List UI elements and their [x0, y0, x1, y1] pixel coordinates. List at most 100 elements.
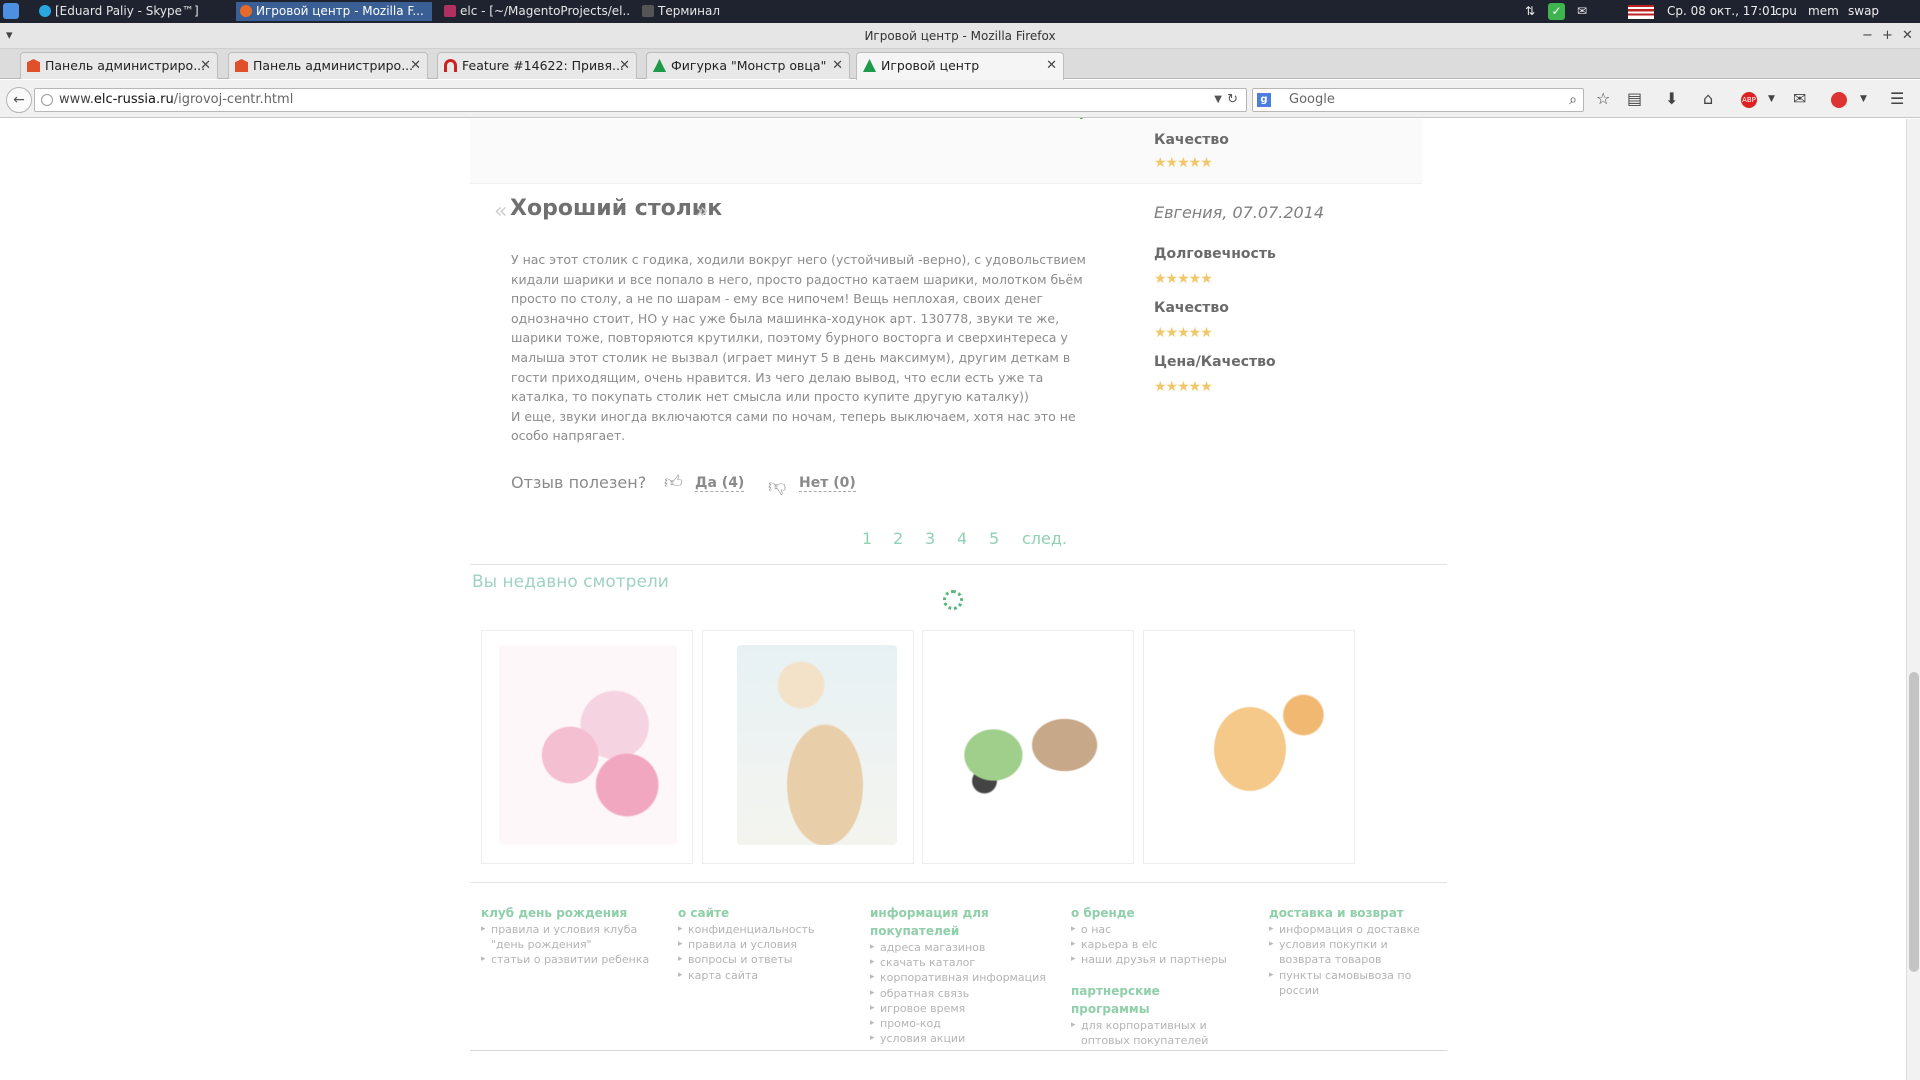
network-icon[interactable]: ⇅ — [1525, 0, 1535, 23]
taskbar-item-terminal[interactable]: Терминал — [638, 2, 758, 21]
product-image-excavator-truck[interactable] — [1161, 645, 1339, 845]
product-image-tractor-with-trailer[interactable] — [940, 645, 1118, 845]
scrollbar-thumb[interactable] — [1909, 672, 1919, 972]
close-tab-icon[interactable]: ✕ — [200, 53, 211, 78]
back-button[interactable]: ← — [6, 87, 32, 113]
search-placeholder: Google — [1289, 92, 1335, 107]
page-content: Качество ★★★★★ « Хороший столик » Евгени… — [0, 119, 1906, 1080]
close-window-icon[interactable]: ✕ — [1902, 23, 1913, 49]
footer-link[interactable]: статьи о развитии ребенка — [481, 952, 651, 967]
close-tab-icon[interactable]: ✕ — [1046, 53, 1057, 78]
pager-page-1[interactable]: 1 — [862, 529, 872, 548]
footer-link[interactable]: информация о доставке — [1269, 922, 1439, 937]
reload-icon[interactable]: ↻ — [1227, 89, 1238, 111]
footer-heading[interactable]: о бренде — [1071, 904, 1241, 922]
mail-icon[interactable]: ✉ — [1577, 0, 1587, 23]
product-image-child-with-playhouse[interactable] — [737, 645, 897, 845]
tab-admin-1[interactable]: Панель администриро... ✕ — [20, 52, 218, 79]
tab-feature[interactable]: Feature #14622: Привя... ✕ — [437, 52, 637, 79]
pager-page-3[interactable]: 3 — [925, 529, 935, 548]
footer-link[interactable]: конфиденциальность — [678, 922, 838, 937]
page-scrollbar[interactable] — [1906, 119, 1920, 1080]
product-image-bathroom-furniture[interactable] — [499, 645, 677, 845]
footer-link[interactable]: условия акции — [870, 1031, 1050, 1046]
footer-link[interactable]: промо-код — [870, 1016, 1050, 1031]
menu-icon[interactable]: ☰ — [1890, 89, 1904, 109]
close-tab-icon[interactable]: ✕ — [410, 53, 421, 78]
recent-product-card[interactable] — [922, 630, 1134, 864]
recent-product-card[interactable] — [481, 630, 693, 864]
clock[interactable]: Ср. 08 окт., 17:01 — [1667, 0, 1777, 23]
address-bar[interactable]: www.elc-russia.ru/igrovoj-centr.html ▼ ↻ — [34, 88, 1247, 112]
footer-heading[interactable]: клуб день рождения — [481, 904, 651, 922]
terminal-icon — [642, 5, 654, 17]
downloads-icon[interactable]: ⬇ — [1665, 89, 1678, 109]
globe-icon — [41, 94, 53, 106]
bookmark-star-icon[interactable]: ☆ — [1596, 89, 1610, 109]
pager-page-5[interactable]: 5 — [989, 529, 999, 548]
footer-heading[interactable]: информация для покупателей — [870, 904, 1050, 940]
footer-link[interactable]: корпоративная информация — [870, 970, 1050, 985]
addon-icon[interactable] — [1831, 92, 1847, 108]
footer-heading[interactable]: о сайте — [678, 904, 838, 922]
rating-stars-price-quality: ★★★★★ — [1154, 379, 1213, 395]
minimize-icon[interactable]: − — [1862, 23, 1873, 49]
divider — [470, 564, 1447, 565]
footer-link[interactable]: обратная связь — [870, 986, 1050, 1001]
footer-link[interactable]: карта сайта — [678, 968, 838, 983]
vote-yes-button[interactable]: Да (4) — [695, 475, 745, 492]
adblock-icon[interactable]: ABP — [1741, 92, 1757, 108]
taskbar-item-firefox[interactable]: Игровой центр - Mozilla F... — [236, 2, 432, 21]
url-history-dropdown-icon[interactable]: ▼ — [1214, 89, 1222, 111]
redmine-icon — [444, 59, 457, 72]
footer-link[interactable]: для корпоративных и оптовых покупателей — [1071, 1018, 1241, 1048]
close-tab-icon[interactable]: ✕ — [619, 53, 630, 78]
thumbs-down-icon[interactable]: 👎︎ — [768, 475, 786, 497]
footer-link[interactable]: о нас — [1071, 922, 1241, 937]
footer-heading[interactable]: доставка и возврат — [1269, 904, 1439, 922]
footer-link[interactable]: адреса магазинов — [870, 940, 1050, 955]
ide-icon — [444, 5, 456, 17]
update-check-icon[interactable]: ✓ — [1548, 3, 1565, 20]
pager-page-2[interactable]: 2 — [893, 529, 903, 548]
adblock-dropdown-icon[interactable]: ▼ — [1768, 89, 1775, 109]
footer-link[interactable]: пункты самовывоза по россии — [1269, 968, 1439, 998]
footer-link[interactable]: правила и условия — [678, 937, 838, 952]
vote-no-button[interactable]: Нет (0) — [799, 475, 856, 492]
footer-link[interactable]: вопросы и ответы — [678, 952, 838, 967]
tab-admin-2[interactable]: Панель администриро... ✕ — [228, 52, 428, 79]
recent-product-card[interactable] — [1143, 630, 1355, 864]
search-bar[interactable]: g Google ⌕ — [1252, 88, 1584, 112]
footer-link[interactable]: условия покупки и возврата товаров — [1269, 937, 1439, 967]
pager-page-4[interactable]: 4 — [957, 529, 967, 548]
close-tab-icon[interactable]: ✕ — [832, 53, 843, 78]
pager-next[interactable]: след. — [1022, 529, 1067, 548]
bookmarks-list-icon[interactable]: ▤ — [1627, 89, 1642, 109]
taskbar-item-phpstorm[interactable]: elc - [~/MagentoProjects/el... — [440, 2, 630, 21]
start-menu-icon[interactable] — [3, 3, 19, 19]
footer-link[interactable]: наши друзья и партнеры — [1071, 952, 1241, 967]
tab-figure[interactable]: Фигурка "Монстр овца" ✕ — [646, 52, 850, 79]
footer-link[interactable]: игровое время — [870, 1001, 1050, 1016]
maximize-icon[interactable]: + — [1882, 23, 1893, 49]
home-icon[interactable]: ⌂ — [1703, 89, 1713, 109]
tab-game-center[interactable]: Игровой центр ✕ — [856, 52, 1064, 80]
recent-product-card[interactable] — [702, 630, 914, 864]
footer-link[interactable]: скачать каталог — [870, 955, 1050, 970]
divider — [470, 882, 1447, 883]
taskbar-item-skype[interactable]: [Eduard Paliy - Skype™] — [35, 2, 225, 21]
gmail-icon[interactable]: ✉ — [1793, 89, 1806, 109]
footer-heading[interactable]: партнерские программы — [1071, 982, 1241, 1018]
elc-triangle-icon — [863, 59, 876, 72]
loading-spinner-icon — [943, 590, 963, 610]
magento-icon — [235, 59, 248, 72]
footer-link[interactable]: карьера в elc — [1071, 937, 1241, 952]
keyboard-layout-flag-icon[interactable] — [1628, 5, 1654, 19]
addon-dropdown-icon[interactable]: ▼ — [1860, 89, 1867, 109]
window-menu-icon[interactable]: ▾ — [6, 23, 13, 49]
thumbs-up-icon[interactable]: 👍︎ — [664, 471, 683, 493]
google-engine-icon[interactable]: g — [1257, 93, 1271, 107]
elc-triangle-icon — [653, 59, 666, 72]
search-icon[interactable]: ⌕ — [1569, 89, 1577, 111]
footer-link[interactable]: правила и условия клуба "день рождения" — [481, 922, 651, 952]
